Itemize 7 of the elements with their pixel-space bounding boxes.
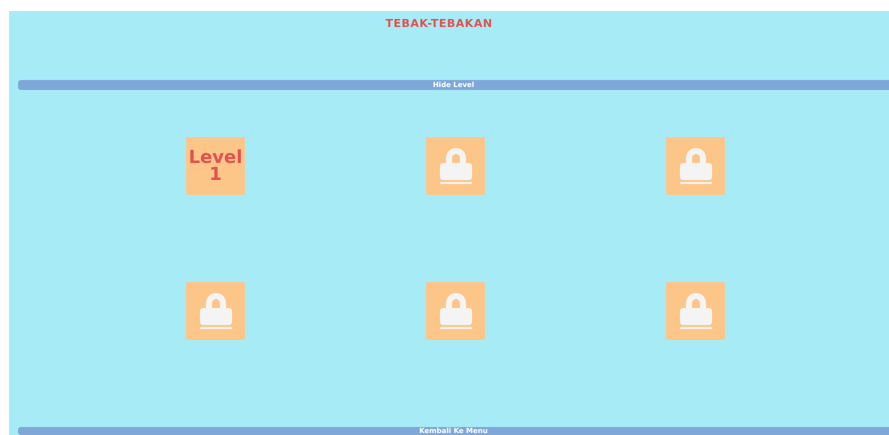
locked-level-tile[interactable] bbox=[426, 282, 485, 340]
level-button[interactable]: Level 1 bbox=[186, 137, 245, 195]
game-title: TEBAK-TEBAKAN bbox=[385, 17, 493, 30]
locked-level-tile[interactable] bbox=[186, 282, 245, 340]
locked-level-tile[interactable] bbox=[666, 282, 725, 340]
locked-level-tile[interactable] bbox=[426, 137, 485, 195]
locked-level-tile[interactable] bbox=[666, 137, 725, 195]
